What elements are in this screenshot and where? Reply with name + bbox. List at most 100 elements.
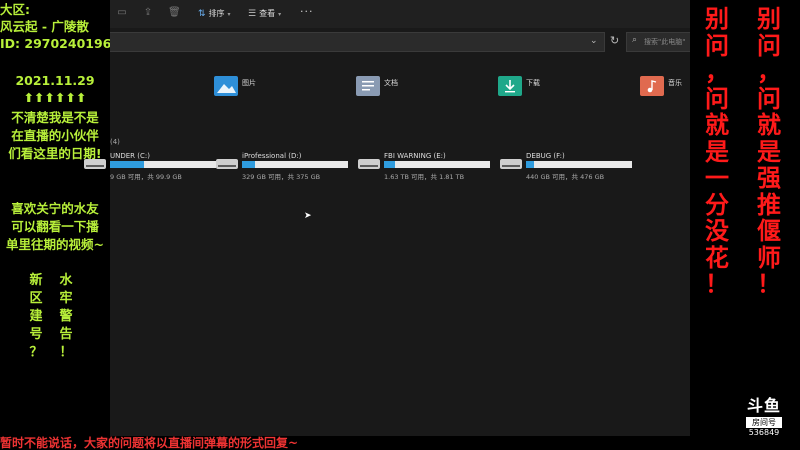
note-line-1: 不清楚我是不是 [11, 110, 99, 125]
view-button[interactable]: ☰ 查看 ▾ [248, 6, 281, 22]
search-box[interactable]: ⌕ 搜索"此电脑" [626, 32, 700, 52]
slogan-char: 别 [757, 5, 781, 33]
drive-size: 440 GB 可用，共 476 GB [526, 173, 605, 181]
slogan-char: 强 [757, 164, 781, 192]
drive-usage-fill [110, 161, 144, 168]
slogan-char: ， [705, 58, 729, 86]
drive-usage-fill [384, 161, 395, 168]
warning-column: 水 牢 警 告 ！ [58, 272, 74, 362]
folder-name: 下载 [526, 79, 540, 87]
col1-char: 区 [29, 291, 43, 306]
slogan-char: ， [757, 58, 781, 86]
slogan-char: 问 [705, 31, 729, 60]
chevron-down-icon: ▾ [278, 11, 282, 18]
col2-char: 告 [59, 327, 73, 342]
refresh-icon[interactable]: ↻ [610, 34, 619, 47]
pictures-icon [214, 76, 238, 96]
slogan-char: 偃 [757, 217, 781, 245]
slogan-char: 分 [705, 190, 729, 219]
new-server-column: 新 区 建 号 ？ [28, 272, 44, 362]
sort-icon: ⇅ [198, 9, 206, 19]
drive-usage-bar [242, 161, 348, 168]
copy-icon[interactable]: ▭ [116, 7, 128, 19]
drive-name: DEBUG (F:) [526, 152, 565, 160]
drive-usage-bar [384, 161, 490, 168]
drive-usage-bar [526, 161, 632, 168]
notice-text: 暂时不能说话，大家的问题将以直播间弹幕的形式回复~ [0, 436, 299, 450]
sort-label: 排序 [208, 9, 225, 18]
slogan-char: 就 [705, 111, 729, 139]
drive-usage-fill [526, 161, 535, 168]
slogan-char: 问 [757, 31, 781, 60]
drive-size: 329 GB 可用，共 375 GB [242, 173, 321, 181]
fan-line-3: 单里往期的视频~ [6, 237, 104, 252]
up-arrows: ⬆⬆⬆⬆⬆⬆ [23, 90, 87, 105]
player-id: ID: 2970240196 [0, 36, 112, 51]
drive-icon [216, 159, 238, 169]
drive-usage-bar [110, 161, 216, 168]
slogan-char: 花 [705, 243, 729, 272]
mouse-cursor-icon: ➤ [304, 211, 312, 221]
col1-char: ？ [29, 345, 43, 360]
slogan-column-1: 别 问 ， 问 就 是 一 分 没 花 ！ [702, 6, 732, 298]
search-placeholder: 搜索"此电脑" [644, 38, 686, 46]
col2-char: 水 [59, 273, 73, 288]
drive-size: 9 GB 可用，共 99.9 GB [110, 173, 182, 181]
stream-info-panel-right: 别 问 ， 问 就 是 一 分 没 花 ！ 别 问 ， 问 就 是 强 推 偃 … [690, 0, 800, 450]
slogan-char: 是 [757, 137, 781, 166]
folder-name: 文档 [384, 79, 398, 87]
drive-icon [358, 159, 380, 169]
slogan-column-2: 别 问 ， 问 就 是 强 推 偃 师 ！ [754, 6, 784, 298]
folder-name: 图片 [242, 79, 256, 87]
view-label: 查看 [259, 9, 276, 18]
col2-char: 牢 [59, 291, 73, 306]
chevron-down-icon: ▾ [227, 11, 231, 18]
note-line-2: 在直播的小伙伴 [11, 128, 99, 143]
slogan-char: 没 [705, 217, 729, 245]
music-icon [640, 76, 664, 96]
view-icon: ☰ [248, 9, 257, 19]
share-icon[interactable]: ⇪ [142, 7, 154, 19]
slogan-char: ！ [705, 270, 729, 298]
col2-char: 警 [59, 309, 73, 324]
drive-usage-fill [242, 161, 255, 168]
col2-char: ！ [59, 345, 73, 360]
date-label: 2021.11.29 [15, 73, 95, 88]
address-row: ⌄ ↻ ⌕ 搜索"此电脑" [110, 32, 700, 52]
chevron-down-icon[interactable]: ⌄ [590, 36, 598, 46]
drive-icon [84, 159, 106, 169]
more-options-button[interactable]: ··· [300, 5, 314, 18]
slogan-char: 一 [705, 164, 729, 192]
col1-char: 新 [29, 273, 43, 288]
file-explorer-window: ▭ ⇪ 🗑 ⇅ 排序 ▾ ☰ 查看 ▾ ··· ⌄ ↻ ⌕ 搜索"此电脑" 图片 文档 [84, 0, 700, 436]
logo-mark: 斗鱼 [746, 396, 781, 415]
command-bar: ▭ ⇪ 🗑 ⇅ 排序 ▾ ☰ 查看 ▾ ··· [110, 0, 690, 28]
search-icon: ⌕ [632, 35, 638, 45]
downloads-icon [498, 76, 522, 96]
slogan-char: 问 [705, 84, 729, 113]
drive-d[interactable]: iProfessional (D:) 329 GB 可用，共 375 GB [214, 151, 359, 181]
drive-name: UNDER (C:) [110, 152, 150, 160]
drive-f[interactable]: DEBUG (F:) 440 GB 可用，共 476 GB [498, 151, 643, 181]
drive-name: FBI WARNING (E:) [384, 152, 446, 160]
room-id: 536849 [748, 428, 780, 437]
room-label: 房间号 [746, 417, 782, 428]
douyu-logo: 斗鱼 房间号 [742, 392, 786, 428]
documents-icon [356, 76, 380, 96]
drive-c[interactable]: UNDER (C:) 9 GB 可用，共 99.9 GB [82, 151, 227, 181]
sort-button[interactable]: ⇅ 排序 ▾ [198, 6, 231, 22]
slogan-char: 师 [757, 243, 781, 272]
folder-name: 音乐 [668, 79, 682, 87]
drive-e[interactable]: FBI WARNING (E:) 1.63 TB 可用，共 1.81 TB [356, 151, 501, 181]
drive-size: 1.63 TB 可用，共 1.81 TB [384, 173, 465, 181]
address-bar[interactable]: ⌄ [110, 32, 605, 52]
bottom-notice-bar: 暂时不能说话，大家的问题将以直播间弹幕的形式回复~ [0, 436, 690, 450]
slogan-char: 推 [757, 190, 781, 219]
delete-icon[interactable]: 🗑 [168, 7, 181, 19]
fan-line-1: 喜欢关宁的水友 [11, 201, 99, 216]
drives-section-header[interactable]: (4) [110, 138, 120, 146]
slogan-char: 别 [705, 5, 729, 33]
drive-icon [500, 159, 522, 169]
slogan-char: 就 [757, 111, 781, 139]
col1-char: 号 [29, 327, 43, 342]
